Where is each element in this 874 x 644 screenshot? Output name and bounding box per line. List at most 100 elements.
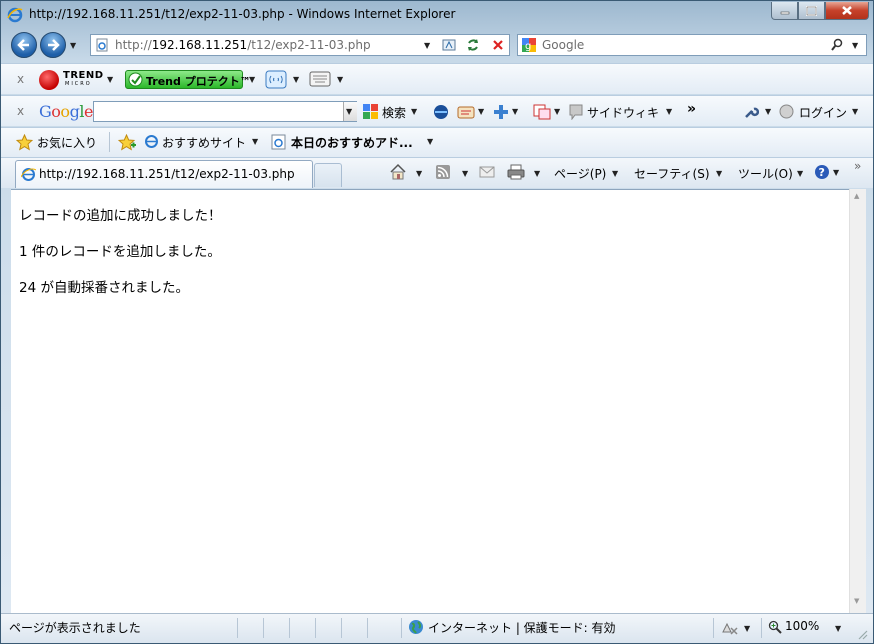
pagerank-icon[interactable]: [433, 104, 449, 120]
security-zone-text: インターネット | 保護モード: 有効: [428, 621, 616, 635]
svg-text:?: ?: [819, 166, 825, 179]
web-slice-page-icon: [271, 134, 286, 150]
google-search-button[interactable]: 検索: [382, 104, 406, 121]
trend-protect-button[interactable]: Trend プロテクト™: [125, 70, 251, 89]
close-toolbar-icon[interactable]: x: [17, 72, 24, 86]
checkmark-icon: [128, 72, 143, 87]
feed-icon[interactable]: [435, 164, 451, 180]
compatibility-view-icon[interactable]: [441, 37, 457, 53]
recommended-dropdown-icon[interactable]: ▼: [427, 137, 433, 146]
maximize-button[interactable]: [798, 2, 825, 20]
wireless-dropdown-icon[interactable]: ▼: [293, 75, 299, 84]
recommended-addons-link[interactable]: 本日のおすすめアド...: [291, 134, 413, 151]
trend-dropdown-icon[interactable]: ▼: [107, 75, 113, 84]
tab-current[interactable]: http://192.168.11.251/t12/exp2-11-03.php: [15, 160, 313, 188]
search-box[interactable]: g Google ▼: [517, 34, 867, 56]
zoom-icon[interactable]: [768, 620, 782, 634]
search-icon[interactable]: [830, 38, 844, 52]
trend-logo-bottom: MICRO: [65, 81, 92, 87]
close-toolbar-icon[interactable]: x: [17, 104, 24, 118]
browser-window: http://192.168.11.251/t12/exp2-11-03.php…: [0, 0, 874, 644]
toolbar-overflow-button[interactable]: »: [687, 101, 696, 117]
favorites-button[interactable]: お気に入り: [37, 134, 97, 151]
separator: [109, 132, 110, 152]
protected-mode-dropdown-icon[interactable]: ▼: [744, 624, 750, 633]
star-icon: [16, 134, 33, 151]
status-bar: ページが表示されました インターネット | 保護モード: 有効 ▼ 100% ▼: [1, 613, 873, 643]
help-dropdown-icon[interactable]: ▼: [833, 168, 839, 177]
zoom-level[interactable]: 100%: [785, 619, 819, 633]
suggested-sites-dropdown-icon[interactable]: ▼: [252, 137, 258, 146]
stop-icon[interactable]: [491, 38, 505, 52]
page-menu-dropdown-icon[interactable]: ▼: [612, 169, 618, 178]
settings-dropdown-icon[interactable]: ▼: [765, 107, 771, 116]
pop-up-blocker-icon[interactable]: [721, 620, 739, 636]
sidewiki-dropdown-icon[interactable]: ▼: [666, 107, 672, 116]
google-search-dropdown-button[interactable]: ▼: [343, 102, 357, 121]
safety-menu-button[interactable]: セーフティ(S): [634, 165, 710, 182]
tools-menu-button[interactable]: ツール(O): [738, 165, 793, 182]
minimize-button[interactable]: [771, 2, 798, 20]
plus-icon[interactable]: [493, 104, 509, 120]
sidewiki-button[interactable]: サイドウィキ: [587, 104, 659, 121]
new-tab-button[interactable]: [314, 163, 342, 187]
scroll-down-icon[interactable]: ▼: [854, 597, 859, 605]
vertical-scrollbar[interactable]: ▲ ▼: [849, 189, 866, 613]
command-bar-overflow-button[interactable]: »: [854, 159, 861, 173]
home-icon[interactable]: [389, 163, 407, 181]
separator: [713, 618, 714, 638]
separator: [315, 618, 316, 638]
login-button[interactable]: ログイン: [799, 104, 847, 121]
translate-dropdown-icon[interactable]: ▼: [554, 107, 560, 116]
trend-protect-label: Trend プロテクト™: [146, 75, 251, 88]
suggested-sites-button[interactable]: おすすめサイト: [162, 134, 246, 151]
address-bar[interactable]: http://192.168.11.251/t12/exp2-11-03.php…: [90, 34, 510, 56]
tools-menu-dropdown-icon[interactable]: ▼: [797, 169, 803, 178]
mail-icon[interactable]: [479, 165, 495, 179]
resize-grip-icon[interactable]: [856, 628, 868, 640]
close-icon: [842, 6, 852, 15]
print-icon[interactable]: [507, 164, 525, 180]
content-line-count: 1 件のレコードを追加しました。: [19, 244, 221, 260]
trend-protect-dropdown-icon[interactable]: ▼: [249, 75, 255, 84]
svg-text:g: g: [525, 41, 531, 52]
help-icon[interactable]: ?: [814, 164, 830, 180]
print-dropdown-icon[interactable]: ▼: [534, 169, 540, 178]
separator: [341, 618, 342, 638]
add-dropdown-icon[interactable]: ▼: [512, 107, 518, 116]
feed-dropdown-icon[interactable]: ▼: [462, 169, 468, 178]
wrench-icon[interactable]: [743, 104, 759, 120]
close-button[interactable]: [825, 2, 869, 20]
ie-page-icon: [145, 135, 158, 148]
translate-icon[interactable]: [533, 104, 551, 120]
zoom-dropdown-icon[interactable]: ▼: [835, 624, 841, 633]
separator: [237, 618, 238, 638]
bookmark-icon[interactable]: [457, 104, 475, 120]
home-dropdown-icon[interactable]: ▼: [416, 169, 422, 178]
page-menu-button[interactable]: ページ(P): [554, 165, 606, 182]
refresh-icon[interactable]: [465, 37, 481, 53]
keyboard-icon[interactable]: [309, 70, 331, 88]
add-favorite-star-icon[interactable]: [118, 134, 136, 152]
scroll-up-icon[interactable]: ▲: [854, 192, 859, 200]
keyboard-dropdown-icon[interactable]: ▼: [337, 75, 343, 84]
bookmark-dropdown-icon[interactable]: ▼: [478, 107, 484, 116]
search-options-dropdown-icon[interactable]: ▼: [411, 107, 417, 116]
back-button[interactable]: [11, 32, 37, 58]
page-icon: [96, 38, 108, 52]
forward-button[interactable]: [40, 32, 66, 58]
address-dropdown-icon[interactable]: ▼: [424, 41, 430, 50]
wireless-icon[interactable]: [265, 70, 287, 89]
login-dropdown-icon[interactable]: ▼: [852, 107, 858, 116]
search-provider-dropdown-icon[interactable]: ▼: [852, 41, 858, 50]
title-bar[interactable]: http://192.168.11.251/t12/exp2-11-03.php…: [1, 1, 873, 29]
arrow-left-icon: [17, 39, 29, 51]
content-line-success: レコードの追加に成功しました！: [19, 208, 222, 224]
separator: [289, 618, 290, 638]
globe-icon: [409, 620, 423, 634]
user-icon: [779, 104, 794, 119]
safety-menu-dropdown-icon[interactable]: ▼: [716, 169, 722, 178]
recent-pages-dropdown-icon[interactable]: ▼: [70, 41, 76, 50]
google-search-input[interactable]: ▼: [93, 101, 357, 122]
google-toolbar: x Google ▼ 検索 ▼ ▼ ▼ ▼ サイドウィキ ▼ » ▼ ログイン …: [1, 95, 873, 126]
